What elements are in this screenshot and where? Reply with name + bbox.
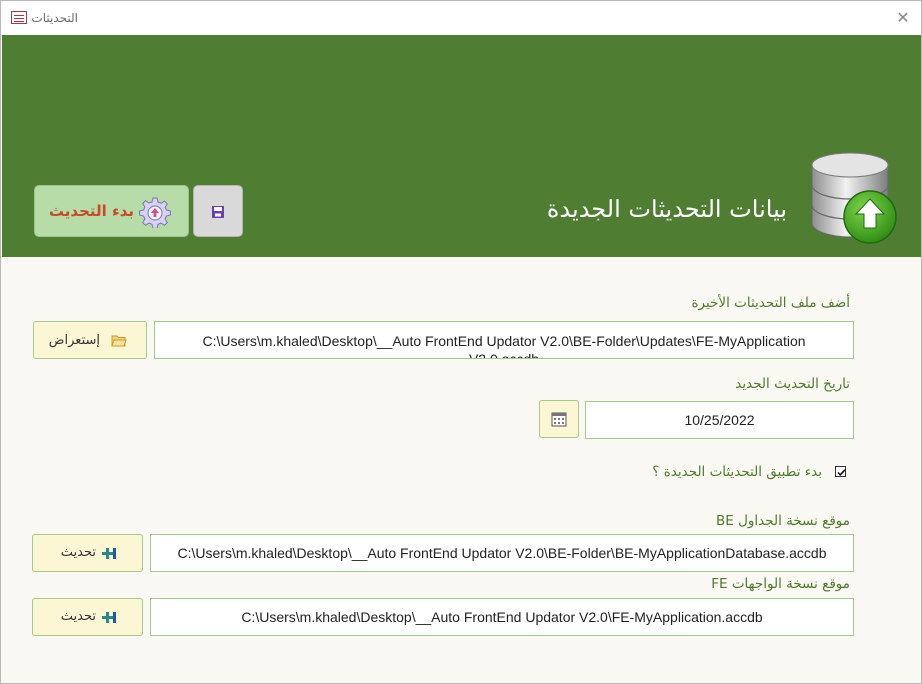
close-button[interactable]: ✕: [891, 7, 915, 29]
update-file-field[interactable]: C:\Users\m.khaled\Desktop\__Auto FrontEn…: [154, 321, 854, 359]
apply-updates-checkbox[interactable]: [835, 466, 846, 477]
update-date-value: 10/25/2022: [684, 412, 755, 428]
add-refresh-icon: [102, 548, 116, 559]
database-update-icon: [811, 152, 897, 244]
title-bar: التحديثات ✕: [1, 1, 921, 36]
window-title: التحديثات: [31, 11, 78, 25]
be-location-field[interactable]: C:\Users\m.khaled\Desktop\__Auto FrontEn…: [150, 534, 854, 572]
gear-upload-icon: [139, 197, 171, 228]
add-refresh-icon: [102, 612, 116, 623]
be-update-button[interactable]: تحديث: [32, 534, 143, 572]
update-date-label: تاريخ التحديث الجديد: [735, 376, 850, 392]
start-update-label: بدء التحديث: [48, 202, 134, 220]
fe-update-button[interactable]: تحديث: [32, 598, 143, 636]
browse-label: إستعراض: [48, 333, 100, 348]
be-update-label: تحديث: [60, 545, 96, 560]
update-date-field[interactable]: 10/25/2022: [585, 401, 854, 439]
update-file-value: C:\Users\m.khaled\Desktop\__Auto FrontEn…: [202, 333, 806, 359]
updates-window: التحديثات ✕ بدء التحديث بيانات التحديثات…: [0, 0, 922, 684]
apply-updates-label: بدء تطبيق التحديثات الجديدة ؟: [652, 464, 822, 480]
calendar-icon: [551, 412, 567, 427]
save-button[interactable]: [193, 185, 243, 237]
update-file-label: أضف ملف التحديثات الأخيرة: [691, 295, 850, 311]
start-update-button[interactable]: بدء التحديث: [34, 185, 189, 237]
browse-button[interactable]: إستعراض: [33, 321, 147, 359]
fe-location-label: موقع نسخة الواجهات FE: [711, 576, 850, 592]
check-icon: [837, 469, 846, 476]
be-location-value: C:\Users\m.khaled\Desktop\__Auto FrontEn…: [177, 545, 827, 561]
fe-location-value: C:\Users\m.khaled\Desktop\__Auto FrontEn…: [241, 609, 763, 625]
page-title: بيانات التحديثات الجديدة: [546, 195, 787, 223]
fe-update-label: تحديث: [60, 609, 96, 624]
folder-icon: [111, 335, 127, 347]
be-location-label: موقع نسخة الجداول BE: [715, 513, 850, 529]
date-picker-button[interactable]: [539, 400, 579, 438]
save-icon: [212, 206, 224, 218]
header-banner: بدء التحديث بيانات التحديثات الجديدة: [2, 35, 921, 257]
fe-location-field[interactable]: C:\Users\m.khaled\Desktop\__Auto FrontEn…: [150, 598, 854, 636]
form-icon: [11, 11, 27, 24]
